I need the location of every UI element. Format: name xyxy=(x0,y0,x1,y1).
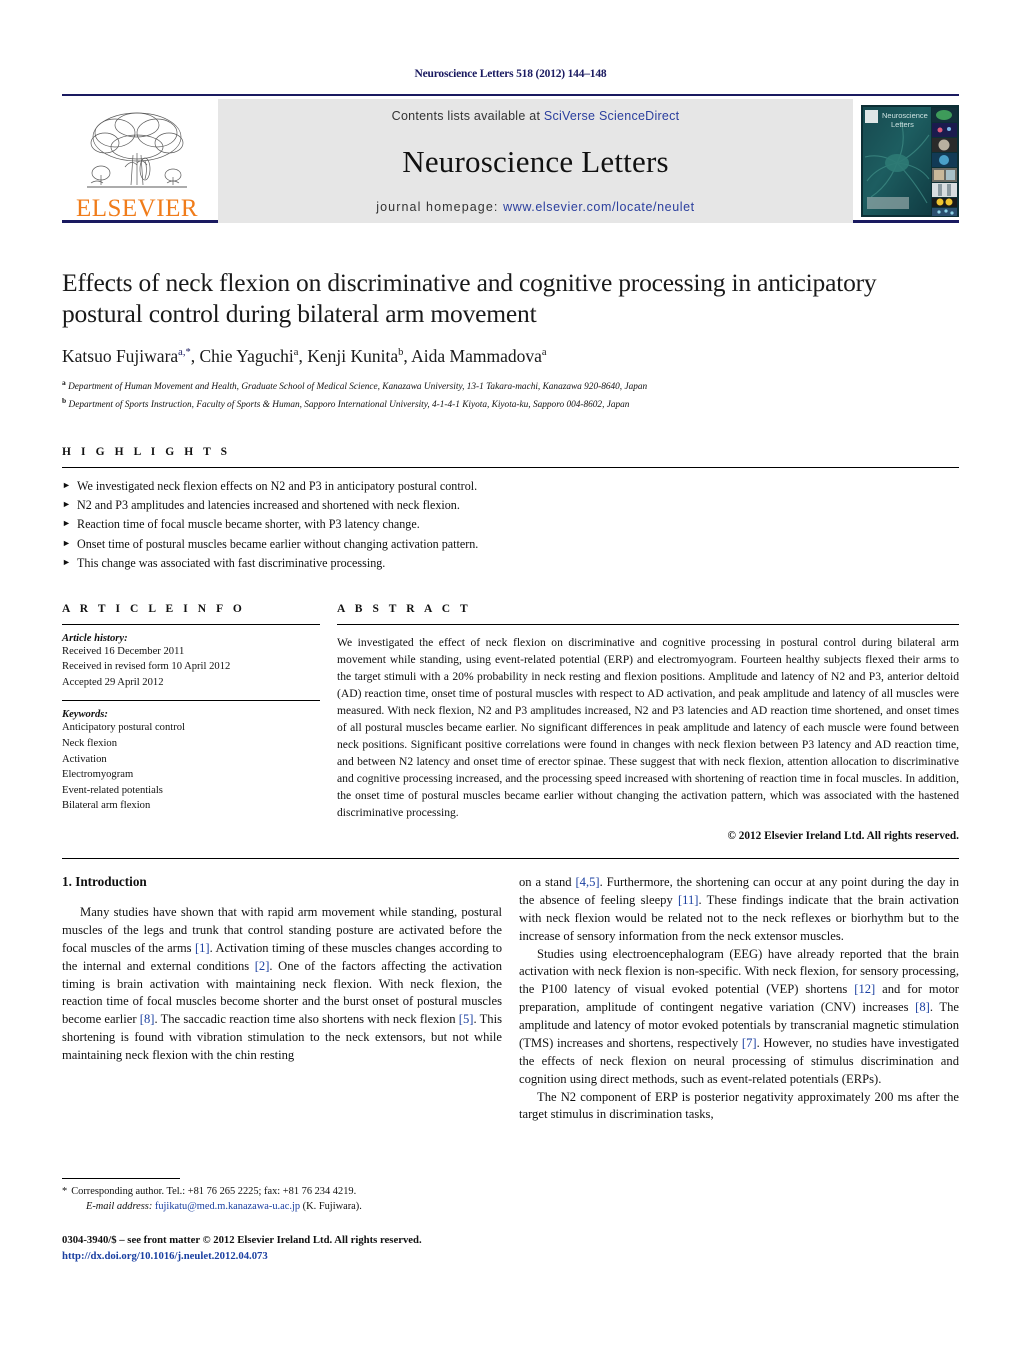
citation-link[interactable]: [2] xyxy=(255,959,270,973)
intro-paragraph-right-2: Studies using electroencephalogram (EEG)… xyxy=(519,946,959,1086)
email-label: E-mail address: xyxy=(86,1201,153,1213)
keyword-item: Anticipatory postural control xyxy=(62,722,185,734)
abstract-label: A B S T R A C T xyxy=(337,602,472,615)
cover-title-line1: Neuroscience xyxy=(882,111,928,120)
intro-paragraph-left: Many studies have shown that with rapid … xyxy=(62,905,502,1063)
keyword-item: Bilateral arm flexion xyxy=(62,800,151,812)
body-column-gap xyxy=(502,874,519,1124)
corresponding-author-note: * Corresponding author. Tel.: +81 76 265 … xyxy=(62,1184,502,1199)
doi-link[interactable]: http://dx.doi.org/10.1016/j.neulet.2012.… xyxy=(62,1250,268,1262)
highlight-item: ► Onset time of postural muscles became e… xyxy=(62,536,479,551)
citation-link[interactable]: [1] xyxy=(195,941,210,955)
highlight-item: ► This change was associated with fast di… xyxy=(62,555,386,570)
keyword-item: Activation xyxy=(62,753,107,765)
title-block: Effects of neck flexion on discriminativ… xyxy=(62,267,959,412)
affiliation-list: a Department of Human Movement and Healt… xyxy=(62,377,959,412)
cover-title-line2: Letters xyxy=(891,120,914,129)
elsevier-wordmark: ELSEVIER xyxy=(75,195,199,222)
intro-paragraph-right-1: on a stand [4,5]. Furthermore, the short… xyxy=(519,875,959,943)
citation-link[interactable]: [4,5] xyxy=(575,875,599,889)
journal-masthead: ELSEVIER Contents lists available at Sci… xyxy=(62,94,959,223)
article-history-list: Received 16 December 2011 Received in rev… xyxy=(62,644,320,691)
author-affiliation-mark: b xyxy=(398,347,404,359)
body-column-left: 1. Introduction Many studies have shown … xyxy=(62,874,502,1124)
footnote-rule xyxy=(62,1178,180,1179)
abstract-copyright: © 2012 Elsevier Ireland Ltd. All rights … xyxy=(727,830,959,843)
author-name: Chie Yaguchi xyxy=(199,346,294,367)
bullet-arrow-icon: ► xyxy=(62,556,71,567)
journal-homepage-link[interactable]: www.elsevier.com/locate/neulet xyxy=(503,200,695,214)
email-suffix: (K. Fujiwara). xyxy=(302,1201,362,1213)
keyword-item: Electromyogram xyxy=(62,769,134,781)
column-gap xyxy=(320,603,337,842)
issn-copyright-block: 0304-3940/$ – see front matter © 2012 El… xyxy=(62,1232,502,1264)
author-list: Katsuo Fujiwaraa,*, Chie Yaguchia, Kenji… xyxy=(62,346,547,367)
article-history-item: Accepted 29 April 2012 xyxy=(62,676,164,688)
email-note: E-mail address: fujikatu@med.m.kanazawa-… xyxy=(62,1199,502,1214)
intro-paragraph-right-3: The N2 component of ERP is posterior neg… xyxy=(519,1089,959,1122)
bullet-arrow-icon: ► xyxy=(62,518,71,529)
section-heading-introduction: 1. Introduction xyxy=(62,874,147,890)
contents-available-line: Contents lists available at SciVerse Sci… xyxy=(392,109,680,123)
journal-homepage-line: journal homepage: www.elsevier.com/locat… xyxy=(376,200,695,214)
masthead-center-band: Contents lists available at SciVerse Sci… xyxy=(218,99,853,223)
contents-prefix: Contents lists available at xyxy=(391,109,544,123)
keywords-list: Anticipatory postural control Neck flexio… xyxy=(62,720,320,813)
author-affiliation-mark: a xyxy=(293,347,299,359)
article-info-inner-divider xyxy=(62,700,320,702)
journal-title: Neuroscience Letters xyxy=(402,143,669,179)
email-link[interactable]: fujikatu@med.m.kanazawa-u.ac.jp xyxy=(155,1201,300,1212)
issn-line: 0304-3940/$ – see front matter © 2012 El… xyxy=(62,1234,422,1247)
citation-link[interactable]: [7] xyxy=(742,1036,757,1050)
citation-link[interactable]: [8] xyxy=(140,1012,155,1026)
abstract-text: We investigated the effect of neck flexi… xyxy=(337,635,959,819)
homepage-prefix: journal homepage: xyxy=(376,200,504,214)
highlights-section: H I G H L I G H T S ► We investigated nec… xyxy=(62,446,959,572)
journal-cover-thumbnail: Neuroscience Letters xyxy=(861,105,959,217)
journal-running-head: Neuroscience Letters 518 (2012) 144–148 xyxy=(414,68,607,80)
highlight-item: ► We investigated neck flexion effects on… xyxy=(62,479,478,494)
elsevier-logo: ELSEVIER xyxy=(62,99,212,223)
article-info-column: A R T I C L E I N F O Article history: R… xyxy=(62,603,320,842)
citation-link[interactable]: [8] xyxy=(915,1000,930,1014)
citation-link[interactable]: [5] xyxy=(459,1012,474,1026)
info-abstract-block: A R T I C L E I N F O Article history: R… xyxy=(62,603,959,842)
abstract-column: A B S T R A C T We investigated the effe… xyxy=(337,603,959,842)
bullet-arrow-icon: ► xyxy=(62,537,71,548)
corresponding-star: * xyxy=(62,1186,68,1197)
highlight-item: ► N2 and P3 amplitudes and latencies incr… xyxy=(62,498,460,513)
author-name: Aida Mammadova xyxy=(411,346,542,367)
article-history-item: Received 16 December 2011 xyxy=(62,645,185,657)
bullet-arrow-icon: ► xyxy=(62,499,71,510)
article-info-label: A R T I C L E I N F O xyxy=(62,602,246,615)
author-name: Kenji Kunita xyxy=(307,346,399,367)
corresponding-text: Corresponding author. Tel.: +81 76 265 2… xyxy=(71,1186,357,1197)
author-name: Katsuo Fujiwara xyxy=(62,346,179,367)
article-history-item: Received in revised form 10 April 2012 xyxy=(62,661,231,673)
paper-page: Neuroscience Letters 518 (2012) 144–148 xyxy=(0,0,1021,1351)
highlights-divider xyxy=(62,467,959,469)
affiliation-line: b Department of Sports Instruction, Facu… xyxy=(62,395,630,410)
highlight-item: ► Reaction time of focal muscle became sh… xyxy=(62,517,420,532)
author-affiliation-mark: a xyxy=(541,347,547,359)
body-top-divider xyxy=(62,858,959,860)
keyword-item: Event-related potentials xyxy=(62,784,163,796)
affiliation-line: a Department of Human Movement and Healt… xyxy=(62,378,648,393)
bullet-arrow-icon: ► xyxy=(62,480,71,491)
author-affiliation-mark: a,* xyxy=(178,347,191,359)
article-history-label: Article history: xyxy=(62,632,128,644)
citation-link[interactable]: [11] xyxy=(678,893,699,907)
page-title: Effects of neck flexion on discriminativ… xyxy=(62,268,877,329)
sciencedirect-link[interactable]: SciVerse ScienceDirect xyxy=(544,109,679,123)
body-column-right: on a stand [4,5]. Furthermore, the short… xyxy=(519,874,959,1124)
highlights-list: ► We investigated neck flexion effects on… xyxy=(62,477,959,572)
keyword-item: Neck flexion xyxy=(62,737,118,749)
highlights-label: H I G H L I G H T S xyxy=(62,446,231,459)
keywords-label: Keywords: xyxy=(62,709,108,721)
elsevier-tree-icon xyxy=(81,109,193,195)
article-info-body: Article history: Received 16 December 20… xyxy=(62,625,320,814)
body-columns: 1. Introduction Many studies have shown … xyxy=(62,874,959,1124)
citation-link[interactable]: [12] xyxy=(854,982,875,996)
footer-area: * Corresponding author. Tel.: +81 76 265 … xyxy=(62,1178,502,1264)
